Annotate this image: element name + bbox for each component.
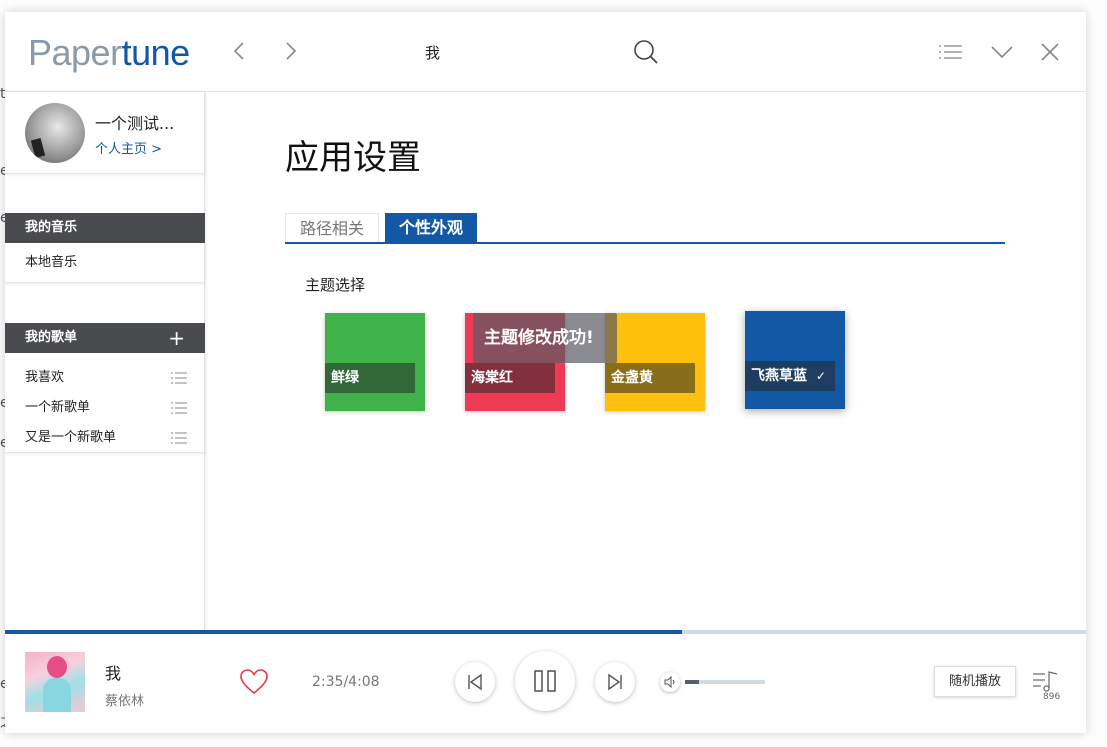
check-icon: ✓	[815, 369, 826, 383]
theme-swatch-blue[interactable]: 飞燕草蓝 ✓	[745, 311, 845, 409]
playlist-group: 我喜欢 一个新歌单 又是一个新歌单	[5, 353, 205, 453]
settings-panel: 应用设置 路径相关 个性外观 主题选择 鲜绿 海棠红 金盏黄 飞燕草蓝 ✓ 主题…	[205, 92, 1086, 630]
album-cover[interactable]	[25, 652, 85, 712]
my-playlists-header: 我的歌单 +	[5, 323, 205, 353]
profile-name: 一个测试...	[95, 114, 175, 133]
settings-tabs: 路径相关 个性外观	[285, 213, 1005, 244]
play-mode-button[interactable]: 随机播放	[934, 666, 1016, 697]
volume-icon[interactable]	[660, 672, 680, 692]
next-track-button[interactable]	[595, 662, 635, 702]
app-logo: Papertune	[28, 32, 190, 73]
menu-list-icon[interactable]	[937, 40, 963, 64]
sidebar-item-playlist[interactable]: 一个新歌单	[5, 393, 205, 423]
theme-section-label: 主题选择	[305, 276, 366, 294]
close-icon[interactable]	[1037, 40, 1063, 64]
back-arrow-icon[interactable]	[229, 40, 251, 62]
pause-icon	[534, 670, 556, 692]
theme-label: 鲜绿	[325, 363, 415, 393]
sidebar-item-playlist[interactable]: 又是一个新歌单	[5, 423, 205, 453]
sidebar-item-local-music[interactable]: 本地音乐	[5, 248, 205, 278]
window-title: 我	[425, 44, 441, 62]
profile-home-link[interactable]: 个人主页 >	[95, 138, 162, 157]
theme-label: 飞燕草蓝 ✓	[745, 361, 835, 391]
search-icon[interactable]	[632, 38, 660, 66]
sidebar: 一个测试... 个人主页 > 我的音乐 本地音乐 我的歌单 + 我喜欢 一个新歌…	[5, 92, 205, 630]
theme-swatch-yellow[interactable]: 金盏黄	[605, 313, 705, 411]
previous-track-button[interactable]	[455, 662, 495, 702]
like-heart-icon[interactable]	[239, 668, 269, 696]
volume-slider[interactable]	[685, 680, 765, 684]
volume-level	[685, 680, 700, 684]
song-title: 我	[105, 664, 122, 683]
queue-count: 896	[1043, 692, 1061, 702]
skip-forward-icon	[608, 673, 622, 691]
my-music-group: 本地音乐	[5, 243, 205, 283]
add-playlist-icon[interactable]: +	[168, 323, 185, 353]
song-artist[interactable]: 蔡依林	[105, 690, 144, 709]
theme-label: 金盏黄	[605, 363, 695, 393]
pause-button[interactable]	[515, 651, 575, 711]
success-toast: 主题修改成功!	[473, 313, 617, 363]
theme-label: 海棠红	[465, 363, 555, 393]
list-icon	[171, 432, 187, 444]
list-icon	[171, 402, 187, 414]
avatar[interactable]	[25, 103, 85, 163]
app-window: Papertune 我 一个测试... 个人主页 > 我的音乐 本地音乐 我的歌…	[5, 12, 1086, 733]
minimize-chevron-icon[interactable]	[989, 40, 1015, 64]
skip-back-icon	[468, 673, 482, 691]
playback-time: 2:35/4:08	[312, 674, 380, 690]
theme-swatch-green[interactable]: 鲜绿	[325, 313, 425, 411]
sidebar-item-playlist[interactable]: 我喜欢	[5, 363, 205, 393]
page-title: 应用设置	[285, 138, 421, 178]
my-music-header: 我的音乐	[5, 213, 205, 243]
list-icon	[171, 372, 187, 384]
tab-path-settings[interactable]: 路径相关	[285, 213, 380, 242]
player-bar: 我 蔡依林 2:35/4:08 随机播放 896	[5, 634, 1086, 733]
user-profile: 一个测试... 个人主页 >	[5, 92, 205, 174]
title-bar: Papertune 我	[5, 12, 1086, 92]
tab-appearance[interactable]: 个性外观	[385, 213, 478, 242]
forward-arrow-icon[interactable]	[279, 40, 301, 62]
